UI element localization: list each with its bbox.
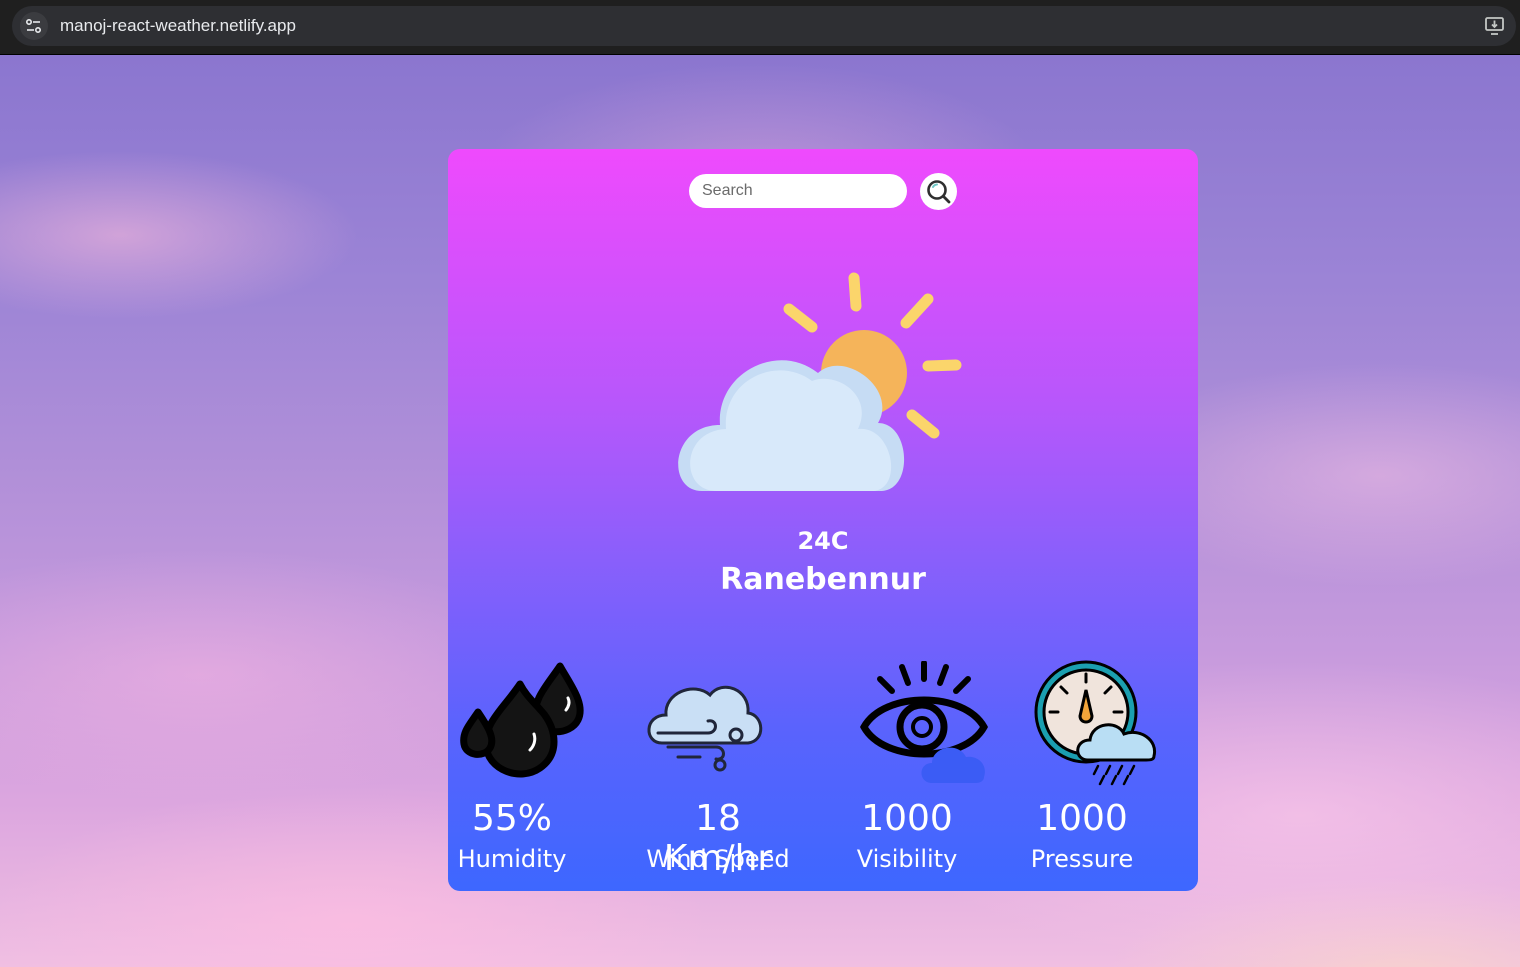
- visibility-label: Visibility: [856, 845, 958, 873]
- browser-toolbar: manoj-react-weather.netlify.app: [0, 0, 1520, 55]
- wind-cloud-icon: [647, 685, 763, 772]
- search-input[interactable]: [689, 174, 907, 208]
- site-info-button[interactable]: [20, 12, 48, 40]
- wind-speed-label: Wind Speed: [646, 845, 790, 873]
- search-icon: [927, 180, 951, 204]
- city-name: Ranebennur: [720, 562, 926, 597]
- url-text[interactable]: manoj-react-weather.netlify.app: [60, 16, 296, 36]
- install-app-icon[interactable]: [1484, 15, 1506, 37]
- humidity-drops-icon: [460, 662, 584, 778]
- site-settings-icon: [26, 19, 42, 34]
- partly-cloudy-icon: [678, 272, 962, 491]
- barometer-rain-icon: [1034, 660, 1157, 786]
- weather-card: 24C Ranebennur 55% Humidity 18 Km/hr Win…: [448, 149, 1198, 891]
- humidity-value: 55%: [471, 798, 552, 839]
- humidity-label: Humidity: [457, 845, 567, 873]
- temperature: 24C: [797, 527, 849, 555]
- visibility-value: 1000: [861, 798, 953, 839]
- address-bar[interactable]: manoj-react-weather.netlify.app: [12, 6, 1516, 46]
- eye-cloud-icon: [860, 661, 988, 783]
- pressure-value: 1000: [1036, 798, 1128, 839]
- search-button[interactable]: [920, 173, 957, 210]
- pressure-label: Pressure: [1030, 845, 1134, 873]
